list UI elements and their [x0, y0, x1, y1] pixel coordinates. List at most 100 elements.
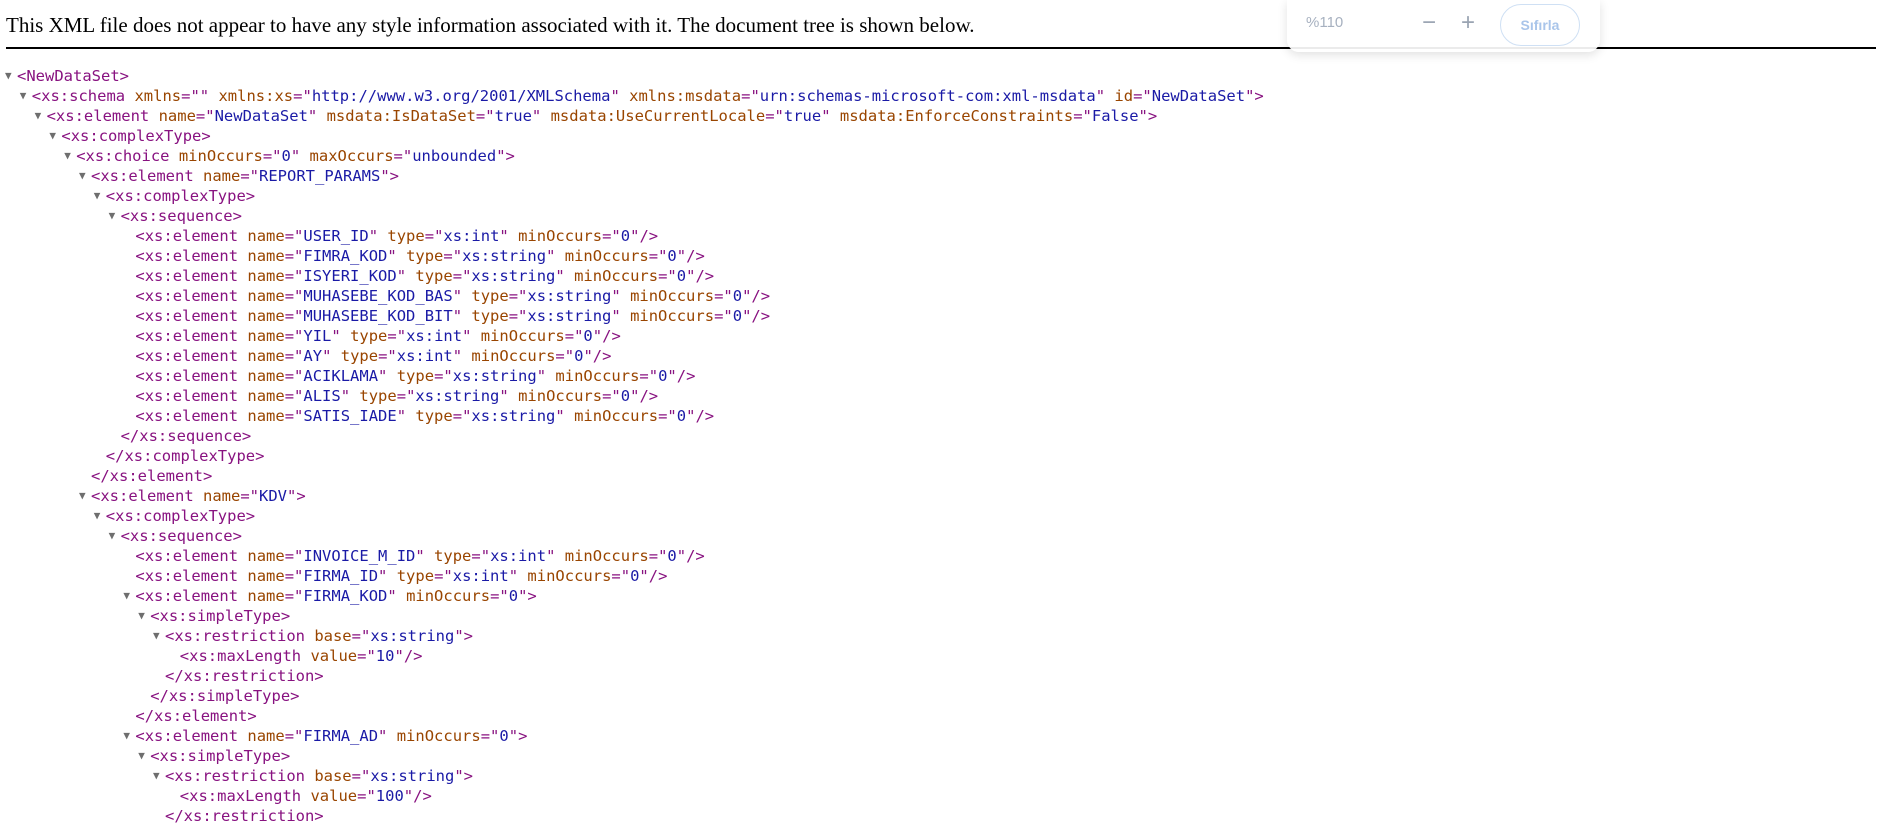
- collapse-triangle-icon[interactable]: ▼: [49, 126, 56, 146]
- xml-attribute-name: base: [304, 767, 352, 785]
- xml-attribute-name: minOccurs: [508, 387, 603, 405]
- xml-attribute-quote: ": [378, 727, 388, 745]
- xml-attribute-name: minOccurs: [462, 347, 556, 365]
- xml-attribute-quote: ": [396, 267, 407, 285]
- xml-attribute-quote: ": [452, 347, 463, 365]
- xml-node-line: ▼ <xs:restriction base="xs:string">: [0, 766, 1264, 786]
- collapse-triangle-icon[interactable]: ▼: [64, 146, 71, 166]
- xml-attribute-quote: =": [1073, 107, 1092, 125]
- xml-tag-name: <xs:element: [135, 567, 239, 585]
- collapse-triangle-icon[interactable]: ▼: [35, 106, 42, 126]
- xml-style-notice: This XML file does not appear to have an…: [6, 13, 975, 37]
- xml-attribute-quote: ": [611, 307, 621, 325]
- collapse-triangle-icon[interactable]: ▼: [94, 506, 101, 526]
- xml-attribute-value: 0: [676, 267, 687, 285]
- xml-attribute-value: unbounded: [412, 147, 497, 165]
- xml-attribute-value: KDV: [259, 487, 287, 505]
- xml-attribute-value: INVOICE_M_ID: [303, 547, 416, 565]
- collapse-triangle-icon[interactable]: ▼: [123, 726, 130, 746]
- xml-node-line: <xs:element name="AY" type="xs:int" minO…: [0, 346, 1264, 366]
- zoom-out-button[interactable]: −: [1415, 8, 1443, 38]
- xml-attribute-quote: ": [454, 767, 464, 785]
- xml-attribute-value: xs:string: [471, 407, 556, 425]
- xml-attribute-quote: =": [480, 727, 500, 745]
- xml-attribute-quote: =": [765, 107, 784, 125]
- xml-attribute-quote: ": [290, 147, 301, 165]
- xml-attribute-quote: =": [351, 627, 371, 645]
- collapse-triangle-icon[interactable]: ▼: [138, 746, 145, 766]
- xml-node-line: </xs:element>: [0, 466, 1264, 486]
- collapse-triangle-icon[interactable]: ▼: [153, 626, 160, 646]
- collapse-triangle-icon[interactable]: ▼: [94, 186, 101, 206]
- xml-attribute-quote: =": [741, 87, 760, 105]
- xml-attribute-name: name: [238, 407, 285, 425]
- xml-tag-name: <xs:complexType: [105, 507, 246, 525]
- xml-attribute-quote: ": [508, 727, 519, 745]
- xml-tag-name: <NewDataSet: [17, 67, 120, 85]
- xml-attribute-value: xs:string: [471, 267, 556, 285]
- xml-attribute-quote: ": [667, 367, 677, 385]
- xml-node-line: ▼ <xs:sequence>: [0, 206, 1264, 226]
- xml-closing-tag: </xs:restriction>: [165, 807, 324, 825]
- xml-attribute-value: xs:string: [452, 367, 537, 385]
- xml-tag-end: />: [686, 547, 705, 565]
- xml-attribute-quote: =": [490, 587, 509, 605]
- xml-attribute-quote: =": [452, 407, 472, 425]
- xml-tag-end: >: [527, 587, 537, 605]
- xml-attribute-quote: ": [378, 367, 388, 385]
- xml-tag-name: <xs:element: [135, 307, 239, 325]
- collapse-triangle-icon[interactable]: ▼: [79, 486, 86, 506]
- xml-attribute-quote: ": [287, 487, 297, 505]
- collapse-triangle-icon[interactable]: ▼: [109, 526, 116, 546]
- collapse-triangle-icon[interactable]: ▼: [138, 606, 145, 626]
- xml-attribute-value: 100: [375, 787, 404, 805]
- xml-tag-end: >: [245, 507, 256, 525]
- xml-attribute-quote: =": [658, 407, 677, 425]
- xml-attribute-quote: ": [676, 547, 687, 565]
- xml-tag-end: >: [296, 487, 306, 505]
- xml-attribute-value: urn:schemas-microsoft-com:xml-msdata: [759, 87, 1096, 105]
- xml-tag-name: <xs:maxLength: [179, 647, 302, 665]
- xml-attribute-quote: =": [284, 387, 304, 405]
- xml-tag-end: >: [463, 627, 474, 645]
- xml-attribute-name: type: [396, 247, 444, 265]
- xml-attribute-name: name: [193, 487, 241, 505]
- xml-closing-tag: </xs:sequence>: [120, 427, 252, 445]
- xml-closing-tag: </xs:element>: [135, 707, 257, 725]
- xml-attribute-quote: ": [380, 167, 390, 185]
- xml-attribute-quote: ": [394, 647, 404, 665]
- xml-attribute-name: xmlns: [125, 87, 182, 105]
- xml-tag-end: >: [463, 767, 474, 785]
- xml-attribute-quote: =": [714, 287, 733, 305]
- xml-attribute-name: name: [238, 387, 285, 405]
- xml-node-line: </xs:sequence>: [0, 426, 1264, 446]
- zoom-in-button[interactable]: +: [1454, 8, 1482, 38]
- xml-node-line: <xs:maxLength value="100"/>: [0, 786, 1264, 806]
- collapse-triangle-icon[interactable]: ▼: [20, 86, 27, 106]
- xml-tag-name: <xs:choice: [76, 147, 170, 165]
- xml-node-line: <xs:element name="USER_ID" type="xs:int"…: [0, 226, 1264, 246]
- xml-attribute-value: 0: [667, 247, 677, 265]
- xml-tag-end: >: [1147, 107, 1158, 125]
- xml-attribute-quote: ": [403, 787, 414, 805]
- xml-attribute-name: type: [378, 227, 425, 245]
- collapse-triangle-icon[interactable]: ▼: [79, 166, 86, 186]
- xml-attribute-name: type: [462, 307, 509, 325]
- collapse-triangle-icon[interactable]: ▼: [123, 586, 130, 606]
- zoom-reset-button[interactable]: Sıfırla: [1500, 4, 1580, 46]
- xml-closing-tag: </xs:simpleType>: [150, 687, 300, 705]
- collapse-triangle-icon[interactable]: ▼: [5, 66, 12, 86]
- xml-attribute-value: FIRMA_KOD: [303, 587, 388, 605]
- xml-attribute-quote: =": [195, 107, 215, 125]
- xml-attribute-quote: =": [508, 287, 528, 305]
- xml-tag-end: >: [245, 187, 256, 205]
- xml-attribute-quote: =": [240, 167, 259, 185]
- xml-tag-name: <xs:element: [91, 487, 194, 505]
- xml-attribute-name: maxOccurs: [300, 147, 394, 165]
- collapse-triangle-icon[interactable]: ▼: [109, 206, 116, 226]
- collapse-triangle-icon[interactable]: ▼: [153, 766, 160, 786]
- xml-attribute-name: name: [238, 547, 285, 565]
- xml-attribute-value: AY: [303, 347, 323, 365]
- xml-attribute-name: value: [301, 787, 358, 805]
- xml-tag-end: />: [695, 407, 715, 425]
